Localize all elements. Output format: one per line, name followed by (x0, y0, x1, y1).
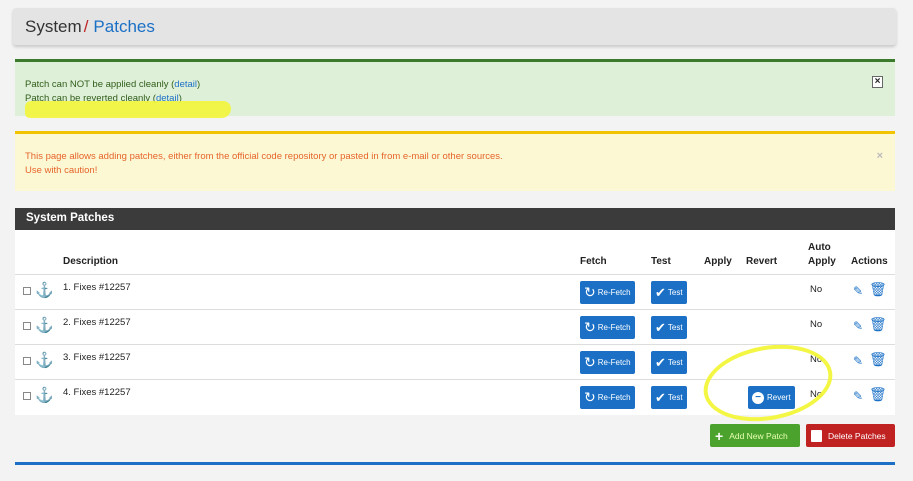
patch-description: 4. Fixes #12257 (63, 387, 131, 398)
test-button[interactable]: ✔ Test (651, 316, 687, 339)
delete-patches-button[interactable]: Delete Patches (806, 424, 895, 447)
test-label: Test (667, 323, 683, 332)
column-header-revert: Revert (746, 256, 778, 267)
anchor-icon[interactable]: ⚓ (35, 316, 54, 334)
table-row: ⚓ 1. Fixes #12257 ↻ Re-Fetch ✔ Test No ✎ 🗑 (15, 274, 895, 309)
refetch-label: Re-Fetch (597, 393, 631, 402)
breadcrumb: System / Patches (13, 8, 896, 45)
breadcrumb-current-link[interactable]: Patches (93, 17, 154, 36)
warning-alert: This page allows adding patches, either … (15, 131, 895, 191)
table-row: ⚓ 2. Fixes #12257 ↻ Re-Fetch ✔ Test No ✎ 🗑 (15, 309, 895, 344)
page-title: System / Patches (25, 17, 155, 37)
column-header-fetch: Fetch (580, 256, 607, 267)
patch-description: 3. Fixes #12257 (63, 352, 131, 363)
auto-apply-value: No (810, 284, 823, 295)
pencil-icon[interactable]: ✎ (853, 319, 863, 333)
refresh-icon: ↻ (584, 389, 596, 405)
add-new-patch-button[interactable]: + Add New Patch (710, 424, 800, 447)
check-icon: ✔ (655, 389, 666, 405)
trash-icon[interactable]: 🗑 (869, 316, 887, 333)
refetch-button[interactable]: ↻ Re-Fetch (580, 351, 635, 374)
refetch-label: Re-Fetch (597, 358, 631, 367)
close-icon[interactable]: × (877, 150, 883, 162)
patch-description: 1. Fixes #12257 (63, 282, 131, 293)
warning-caution-text: Use with caution! (25, 165, 98, 176)
row-checkbox[interactable] (23, 357, 31, 365)
column-header-auto-apply: Auto Apply (808, 242, 836, 268)
pencil-icon[interactable]: ✎ (853, 354, 863, 368)
alert-text: Patch can NOT be applied cleanly ( (25, 79, 175, 90)
refresh-icon: ↻ (584, 354, 596, 370)
breadcrumb-separator: / (83, 17, 89, 36)
alert-apply-status: Patch can NOT be applied cleanly (detail… (25, 79, 200, 90)
refetch-label: Re-Fetch (597, 323, 631, 332)
check-icon: ✔ (655, 284, 666, 300)
refetch-button[interactable]: ↻ Re-Fetch (580, 316, 635, 339)
bottom-divider (15, 462, 895, 465)
row-checkbox[interactable] (23, 287, 31, 295)
anchor-icon[interactable]: ⚓ (35, 281, 54, 299)
column-header-test: Test (651, 256, 671, 267)
check-icon: ✔ (655, 354, 666, 370)
column-header-apply: Apply (704, 256, 732, 267)
test-button[interactable]: ✔ Test (651, 386, 687, 409)
pencil-icon[interactable]: ✎ (853, 389, 863, 403)
plus-icon: + (715, 427, 724, 444)
test-button[interactable]: ✔ Test (651, 351, 687, 374)
test-button[interactable]: ✔ Test (651, 281, 687, 304)
delete-patches-label: Delete Patches (828, 430, 886, 441)
test-label: Test (667, 393, 683, 402)
panel-title: System Patches (15, 208, 895, 230)
trash-icon[interactable]: 🗑 (869, 351, 887, 368)
refresh-icon: ↻ (584, 319, 596, 335)
row-checkbox[interactable] (23, 392, 31, 400)
column-header-apply-2: Apply (808, 256, 836, 267)
refetch-button[interactable]: ↻ Re-Fetch (580, 281, 635, 304)
add-new-patch-label: Add New Patch (729, 430, 788, 441)
breadcrumb-parent: System (25, 17, 82, 36)
refresh-icon: ↻ (584, 284, 596, 300)
trash-icon[interactable]: 🗑 (869, 281, 887, 298)
test-label: Test (667, 288, 683, 297)
refetch-label: Re-Fetch (597, 288, 631, 297)
trash-icon (811, 429, 822, 442)
highlight-annotation (25, 101, 231, 118)
detail-link[interactable]: detail (174, 79, 197, 90)
trash-icon[interactable]: 🗑 (869, 386, 887, 403)
column-header-auto: Auto (808, 242, 831, 253)
alert-text: ) (197, 79, 201, 90)
warning-text: This page allows adding patches, either … (25, 151, 503, 162)
close-icon[interactable]: × (872, 76, 883, 88)
auto-apply-value: No (810, 319, 823, 330)
test-label: Test (667, 358, 683, 367)
refetch-button[interactable]: ↻ Re-Fetch (580, 386, 635, 409)
column-header-actions: Actions (851, 256, 888, 267)
column-header-description: Description (63, 256, 119, 267)
anchor-icon[interactable]: ⚓ (35, 351, 54, 369)
pencil-icon[interactable]: ✎ (853, 284, 863, 298)
check-icon: ✔ (655, 319, 666, 335)
patch-description: 2. Fixes #12257 (63, 317, 131, 328)
anchor-icon[interactable]: ⚓ (35, 386, 54, 404)
row-checkbox[interactable] (23, 322, 31, 330)
